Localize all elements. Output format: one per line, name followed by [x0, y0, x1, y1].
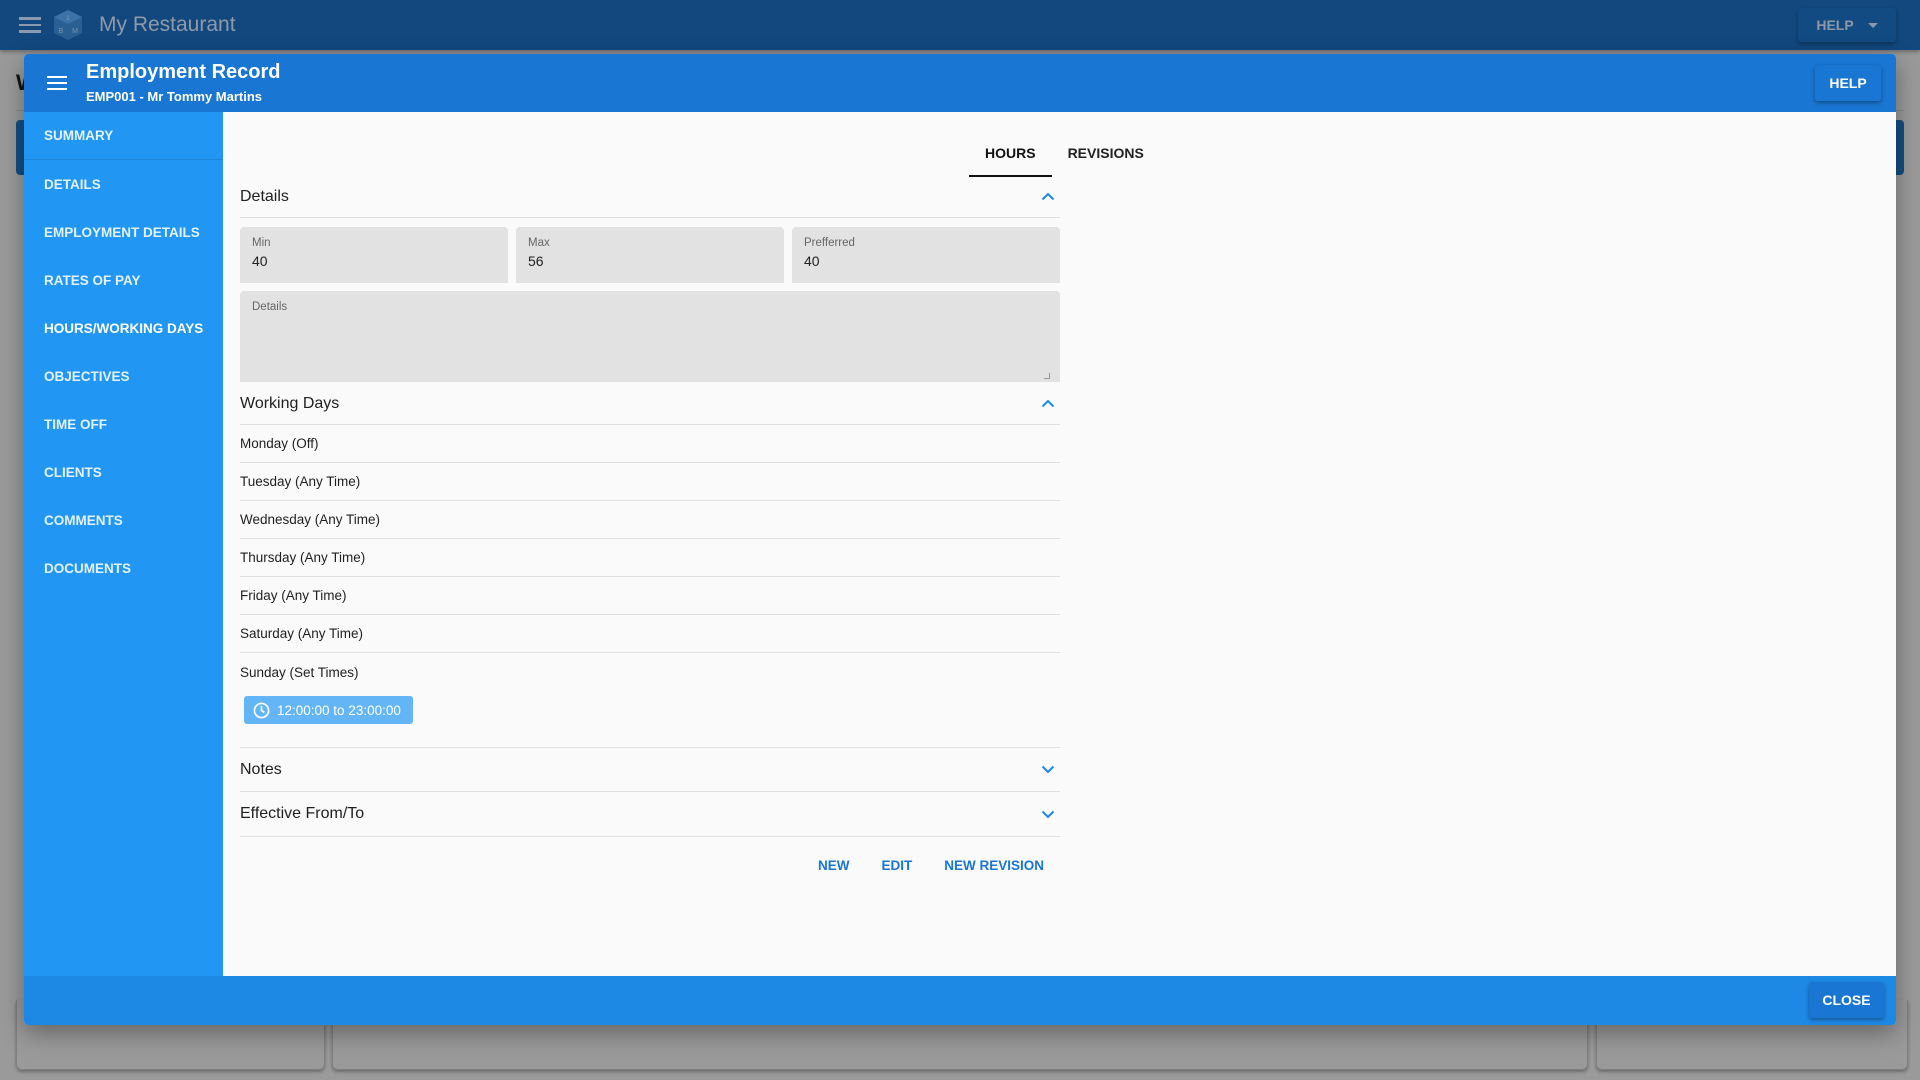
- notes-section-title: Notes: [240, 760, 282, 778]
- close-button[interactable]: CLOSE: [1809, 982, 1884, 1018]
- help-button[interactable]: HELP: [1815, 65, 1881, 101]
- sidebar-item-rates-of-pay[interactable]: RATES OF PAY: [24, 256, 223, 304]
- working-day-sunday: Sunday (Set Times): [240, 664, 359, 680]
- app-bar: 1 B M My Restaurant HELP: [0, 0, 1920, 50]
- max-hours-label: Max: [528, 237, 550, 249]
- preferred-hours-value: 40: [804, 253, 820, 269]
- min-hours-value: 40: [252, 253, 268, 269]
- preferred-hours-field[interactable]: Prefferred 40: [792, 227, 1060, 283]
- working-day-tuesday: Tuesday (Any Time): [240, 463, 1060, 501]
- working-day-wednesday: Wednesday (Any Time): [240, 501, 1060, 539]
- chevron-up-icon[interactable]: [1040, 396, 1056, 412]
- resize-handle-icon[interactable]: [1044, 373, 1050, 379]
- max-hours-value: 56: [528, 253, 544, 269]
- svg-text:M: M: [72, 28, 78, 35]
- content-area: HOURS REVISIONS Details Min 40 Max 56 Pr…: [223, 112, 1896, 976]
- details-section-header[interactable]: Details: [240, 176, 1060, 218]
- app-help-label: HELP: [1816, 17, 1854, 33]
- dialog-title: Employment Record: [86, 61, 281, 83]
- sidebar-item-employment-details[interactable]: EMPLOYMENT DETAILS: [24, 208, 223, 256]
- working-days-section-header[interactable]: Working Days: [240, 383, 1060, 425]
- chevron-down-icon[interactable]: [1040, 762, 1056, 778]
- working-day-friday: Friday (Any Time): [240, 577, 1060, 615]
- notes-section-header[interactable]: Notes: [240, 747, 1060, 792]
- svg-text:1: 1: [66, 15, 70, 22]
- min-hours-field[interactable]: Min 40: [240, 227, 508, 283]
- sidebar-item-details[interactable]: DETAILS: [24, 160, 223, 208]
- dialog-header: Employment Record EMP001 - Mr Tommy Mart…: [24, 54, 1896, 112]
- sidebar-nav: SUMMARY DETAILS EMPLOYMENT DETAILS RATES…: [24, 112, 225, 976]
- dialog-menu-icon[interactable]: [47, 76, 67, 90]
- sidebar-item-hours-working-days[interactable]: HOURS/WORKING DAYS: [24, 304, 225, 352]
- sunday-time-range: 12:00:00 to 23:00:00: [277, 702, 401, 718]
- sidebar-item-comments[interactable]: COMMENTS: [24, 496, 223, 544]
- sidebar-item-time-off[interactable]: TIME OFF: [24, 400, 223, 448]
- details-textarea-label: Details: [252, 301, 288, 313]
- edit-button[interactable]: EDIT: [865, 850, 928, 881]
- clock-icon: [253, 702, 270, 718]
- new-button[interactable]: NEW: [802, 850, 866, 881]
- app-title: My Restaurant: [99, 13, 236, 36]
- chevron-down-icon[interactable]: [1040, 806, 1056, 822]
- working-day-saturday: Saturday (Any Time): [240, 615, 1060, 653]
- app-help-menu-button[interactable]: HELP: [1798, 8, 1896, 42]
- employment-record-dialog: Employment Record EMP001 - Mr Tommy Mart…: [24, 54, 1896, 1025]
- sidebar-item-summary[interactable]: SUMMARY: [24, 112, 223, 160]
- sidebar-item-documents[interactable]: DOCUMENTS: [24, 544, 223, 592]
- app-menu-icon[interactable]: [19, 17, 41, 33]
- tab-hours[interactable]: HOURS: [969, 129, 1052, 177]
- sidebar-item-clients[interactable]: CLIENTS: [24, 448, 223, 496]
- preferred-hours-label: Prefferred: [804, 237, 855, 249]
- effective-section-header[interactable]: Effective From/To: [240, 792, 1060, 837]
- max-hours-field[interactable]: Max 56: [516, 227, 784, 283]
- min-hours-label: Min: [252, 237, 271, 249]
- app-logo-icon: 1 B M: [54, 10, 82, 40]
- tab-revisions[interactable]: REVISIONS: [1052, 129, 1160, 177]
- new-revision-button[interactable]: NEW REVISION: [928, 850, 1060, 881]
- details-section-title: Details: [240, 187, 289, 205]
- working-days-section-title: Working Days: [240, 394, 340, 412]
- effective-section-title: Effective From/To: [240, 805, 365, 822]
- details-textarea[interactable]: Details: [240, 291, 1060, 382]
- dialog-footer: CLOSE: [24, 976, 1896, 1025]
- working-day-thursday: Thursday (Any Time): [240, 539, 1060, 577]
- chevron-up-icon[interactable]: [1040, 189, 1056, 205]
- sunday-time-chip[interactable]: 12:00:00 to 23:00:00: [244, 696, 413, 724]
- caret-down-icon: [1867, 22, 1878, 28]
- dialog-subtitle: EMP001 - Mr Tommy Martins: [86, 89, 263, 104]
- working-day-monday: Monday (Off): [240, 425, 1060, 463]
- tab-bar: HOURS REVISIONS: [969, 129, 1160, 177]
- sidebar-item-objectives[interactable]: OBJECTIVES: [24, 352, 223, 400]
- form-actions: NEW EDIT NEW REVISION: [802, 850, 1060, 881]
- svg-text:B: B: [59, 28, 64, 35]
